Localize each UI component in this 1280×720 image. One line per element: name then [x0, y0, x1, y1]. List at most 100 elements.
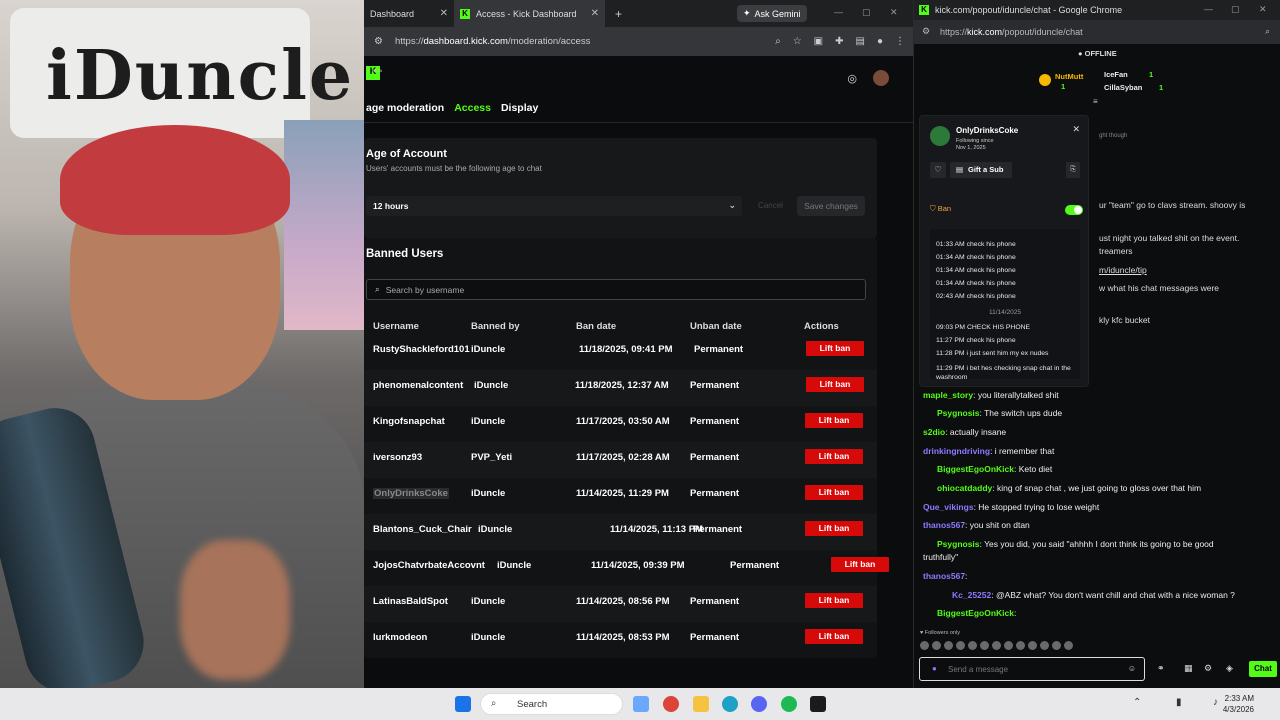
follow-heart-button[interactable]: ♡ — [930, 162, 946, 178]
chat-username[interactable]: maple_story — [923, 390, 973, 400]
taskbar-search[interactable]: ⌕ Search — [480, 693, 623, 715]
chat-message-input[interactable]: ● Send a message ☺ — [919, 657, 1145, 681]
new-tab-icon[interactable]: + — [615, 7, 622, 21]
chat-username[interactable]: Que_vikings — [923, 502, 974, 512]
emote-icon[interactable] — [1016, 641, 1025, 650]
lift-ban-button[interactable]: Lift ban — [831, 557, 889, 572]
username-cell[interactable]: LatinasBaldSpot — [373, 596, 448, 607]
ban-toggle[interactable] — [1065, 205, 1083, 215]
zoom-icon[interactable]: ⌕ — [1265, 26, 1270, 37]
lift-ban-button[interactable]: Lift ban — [806, 341, 864, 356]
site-info-icon[interactable]: ⚙ — [374, 36, 383, 47]
extension-icon[interactable]: ▣ — [814, 36, 823, 47]
emote-icon[interactable] — [956, 641, 965, 650]
network-icon[interactable]: ▮ — [1176, 697, 1182, 708]
emote-icon[interactable] — [980, 641, 989, 650]
tab-display[interactable]: Display — [501, 102, 538, 114]
chat-username[interactable]: ohiocatdaddy — [937, 483, 992, 493]
gifter-name[interactable]: NutMutt — [1055, 72, 1083, 81]
more-options-button[interactable]: ⎘ — [1066, 162, 1080, 178]
chevron-down-icon[interactable]: ≡ — [1093, 97, 1098, 106]
chat-username[interactable]: Psygnosis — [937, 539, 980, 549]
gift-sub-button[interactable]: ▤ Gift a Sub — [950, 162, 1012, 178]
tokens-icon[interactable]: ⚭ — [1157, 663, 1165, 674]
account-age-select[interactable]: 12 hours ⌄ — [366, 196, 742, 216]
emote-icon[interactable] — [1004, 641, 1013, 650]
lift-ban-button[interactable]: Lift ban — [805, 413, 863, 428]
zoom-icon[interactable]: ⌕ — [775, 36, 781, 47]
emote-icon[interactable] — [1040, 641, 1049, 650]
emote-icon[interactable] — [1052, 641, 1061, 650]
tab-access[interactable]: Access — [454, 102, 491, 114]
username-cell[interactable]: phenomenalcontent — [373, 380, 463, 391]
profile-icon[interactable]: ● — [877, 36, 883, 47]
url-field[interactable]: https://dashboard.kick.com/moderation/ac… — [395, 36, 763, 47]
chat-username[interactable]: Kc_25252 — [952, 590, 991, 600]
chat-username[interactable]: drinkingndriving — [923, 446, 990, 456]
lift-ban-button[interactable]: Lift ban — [806, 377, 864, 392]
minimize-icon[interactable]: — — [1204, 4, 1213, 14]
chat-username[interactable]: Psygnosis — [937, 408, 980, 418]
minimize-icon[interactable]: — — [834, 7, 843, 17]
help-icon[interactable]: ◎ — [847, 72, 857, 85]
emote-icon[interactable] — [992, 641, 1001, 650]
close-icon[interactable]: ✕ — [440, 8, 448, 19]
close-icon[interactable]: ✕ — [1072, 124, 1080, 135]
username-cell[interactable]: OnlyDrinksCoke — [373, 488, 449, 499]
puzzle-icon[interactable]: ✚ — [835, 36, 843, 47]
lift-ban-button[interactable]: Lift ban — [805, 449, 863, 464]
file-explorer-icon[interactable] — [693, 696, 709, 712]
send-chat-button[interactable]: Chat — [1249, 661, 1277, 677]
emote-icon[interactable] — [920, 641, 929, 650]
username-cell[interactable]: Kingofsnapchat — [373, 416, 445, 427]
edge-icon[interactable] — [722, 696, 738, 712]
chat-username[interactable]: s2dio — [923, 427, 945, 437]
mod-icon[interactable]: ◈ — [1226, 663, 1233, 674]
cancel-button[interactable]: Cancel — [748, 196, 793, 216]
chat-username[interactable]: thanos567 — [923, 571, 965, 581]
username-cell[interactable]: Blantons_Cuck_Chair — [373, 524, 472, 535]
save-changes-button[interactable]: Save changes — [797, 196, 865, 216]
windows-start-icon[interactable] — [455, 696, 471, 712]
popup-username[interactable]: OnlyDrinksCoke — [956, 126, 1018, 135]
emote-icon[interactable] — [932, 641, 941, 650]
emote-icon[interactable] — [944, 641, 953, 650]
gifter-name[interactable]: IceFan — [1104, 70, 1128, 79]
username-cell[interactable]: iversonz93 — [373, 452, 422, 463]
sidepanel-icon[interactable]: ▤ — [856, 36, 865, 47]
tab-access[interactable]: K Access - Kick Dashboard ✕ — [454, 0, 605, 27]
chat-username[interactable]: thanos567 — [923, 520, 965, 530]
calendar-icon[interactable]: ▦ — [1184, 663, 1193, 674]
close-window-icon[interactable]: ✕ — [1259, 4, 1267, 15]
lift-ban-button[interactable]: Lift ban — [805, 485, 863, 500]
copilot-icon[interactable] — [633, 696, 649, 712]
menu-icon[interactable]: ⋮ — [895, 36, 905, 47]
close-window-icon[interactable]: ✕ — [890, 7, 898, 18]
maximize-icon[interactable]: ▢ — [1231, 4, 1240, 15]
lift-ban-button[interactable]: Lift ban — [805, 521, 863, 536]
lift-ban-button[interactable]: Lift ban — [805, 593, 863, 608]
emote-icon[interactable] — [1064, 641, 1073, 650]
spotify-icon[interactable] — [781, 696, 797, 712]
close-icon[interactable]: ✕ — [591, 8, 599, 19]
maximize-icon[interactable]: ▢ — [862, 7, 871, 18]
emote-icon[interactable] — [1028, 641, 1037, 650]
discord-icon[interactable] — [751, 696, 767, 712]
chat-username[interactable]: BiggestEgoOnKick — [937, 608, 1014, 618]
chevron-up-icon[interactable]: ⌃ — [1133, 697, 1141, 708]
chat-message-partial[interactable]: m/iduncle/tip — [1099, 265, 1147, 275]
lift-ban-button[interactable]: Lift ban — [805, 629, 863, 644]
gear-icon[interactable]: ⚙ — [1204, 663, 1212, 674]
bookmark-star-icon[interactable]: ☆ — [793, 36, 802, 47]
tab-dashboard[interactable]: Dashboard ✕ — [364, 0, 454, 27]
search-input[interactable]: ⌕ Search by username — [366, 279, 866, 300]
avatar[interactable] — [873, 70, 889, 86]
kick-app-icon[interactable] — [810, 696, 826, 712]
chat-username[interactable]: BiggestEgoOnKick — [937, 464, 1014, 474]
microphone-icon[interactable]: ● — [932, 664, 937, 673]
emoji-icon[interactable]: ☺ — [1128, 664, 1136, 673]
tab-message-moderation[interactable]: age moderation — [366, 102, 444, 114]
taskbar-clock[interactable]: 2:33 AM 4/3/2026 — [1223, 693, 1254, 715]
gifter-name[interactable]: CillaSyban — [1104, 83, 1142, 92]
url-field[interactable]: ⚙ https://kick.com/popout/iduncle/chat ⌕ — [914, 20, 1280, 44]
